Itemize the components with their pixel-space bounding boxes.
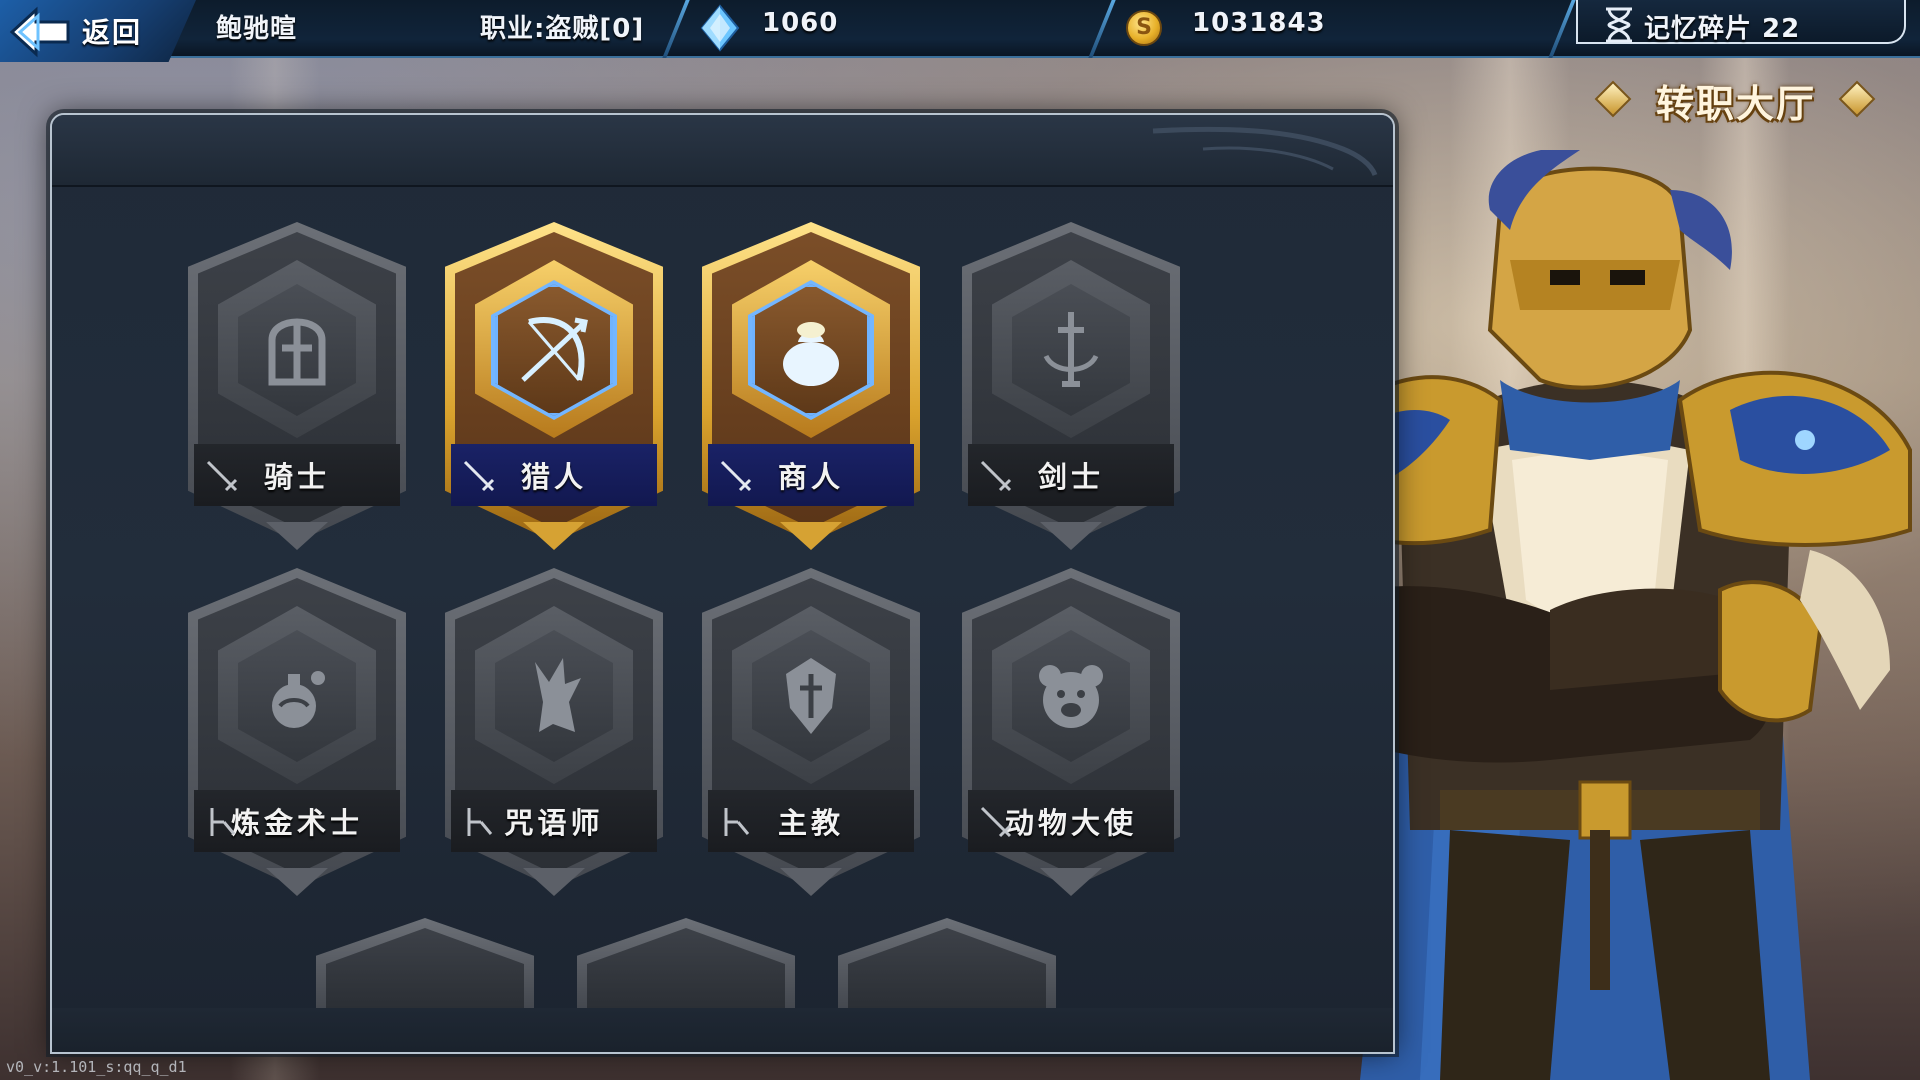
job-name-bar: 炼金术士 [194, 790, 400, 852]
job-name: 骑士 [263, 460, 330, 494]
bear-face-icon [1039, 665, 1103, 728]
job-card-merchant[interactable]: 商人 [702, 222, 920, 552]
sword-icon [980, 460, 1012, 492]
sword-icon [463, 460, 495, 492]
job-name: 炼金术士 [230, 806, 363, 840]
hourglass-icon [1602, 6, 1636, 44]
version-label: v0_v:1.101_s:qq_q_d1 [6, 1058, 187, 1076]
sword-icon [720, 460, 752, 492]
job-name-bar: 剑士 [968, 444, 1174, 506]
job-name-bar: 骑士 [194, 444, 400, 506]
job-name: 剑士 [1037, 460, 1104, 494]
money-bag-icon [783, 322, 839, 386]
sword-icon [980, 806, 1012, 838]
knight-helmet-icon [268, 318, 326, 386]
card-bottom-chevron [266, 868, 328, 896]
back-arrow-icon [0, 2, 70, 60]
sword-emblem-icon [1043, 312, 1099, 387]
sword-icon [206, 460, 238, 492]
job-name: 猎人 [520, 460, 587, 494]
panel-footer [50, 1008, 1395, 1054]
staff-icon [467, 808, 493, 836]
job-card-animal-envoy[interactable]: 动物大使 [962, 568, 1180, 898]
back-button[interactable]: 返回 [0, 0, 196, 62]
job-card-swordsman[interactable]: 剑士 [962, 222, 1180, 552]
job-name: 商人 [777, 460, 844, 494]
card-bottom-chevron [523, 868, 585, 896]
memory-fragment-count: 记忆碎片 22 [1644, 14, 1801, 44]
diamond-count: 1060 [762, 8, 839, 38]
job-name: 咒语师 [504, 806, 604, 840]
card-bottom-chevron [523, 522, 585, 550]
job-card-hunter[interactable]: 猎人 [445, 222, 663, 552]
header-ornament-icon [1152, 126, 1378, 177]
card-bottom-chevron [1040, 522, 1102, 550]
job-card-knight[interactable]: 骑士 [188, 222, 406, 552]
card-bottom-chevron [1040, 868, 1102, 896]
card-bottom-chevron [266, 522, 328, 550]
job-card-spellcaster[interactable]: 咒语师 [445, 568, 663, 898]
potion-flask-icon [272, 671, 325, 728]
job-card-alchemist[interactable]: 炼金术士 [188, 568, 406, 898]
job-name-bar: 咒语师 [451, 790, 657, 852]
job-name-bar: 商人 [708, 444, 914, 506]
top-bar: 返回 鲍驰暄 职业:盗贼[0] 1060 1031843 记忆碎片 22 [0, 0, 1920, 62]
staff-icon [210, 808, 236, 836]
job-info: 职业:盗贼[0] [480, 14, 645, 44]
topbar-divider [662, 0, 690, 58]
hall-title-text: 转职大厅 [1655, 81, 1816, 126]
job-name-bar: 主教 [708, 790, 914, 852]
bow-arrow-icon [521, 317, 588, 382]
card-bottom-chevron [780, 868, 842, 896]
holy-shield-icon [786, 658, 836, 734]
job-name-bar: 动物大使 [968, 790, 1174, 852]
card-bottom-chevron [780, 522, 842, 550]
job-name: 动物大使 [1004, 806, 1137, 840]
diamond-icon [700, 4, 740, 52]
back-label: 返回 [82, 16, 143, 49]
topbar-divider [1548, 0, 1576, 58]
job-name-bar: 猎人 [451, 444, 657, 506]
staff-icon [724, 808, 750, 836]
job-name: 主教 [777, 806, 844, 840]
player-name: 鲍驰暄 [216, 14, 298, 44]
dragon-head-icon [535, 658, 581, 732]
hall-title: 转职大厅 [1596, 72, 1876, 128]
job-card-bishop[interactable]: 主教 [702, 568, 920, 898]
gold-count: 1031843 [1192, 8, 1326, 38]
topbar-divider [1088, 0, 1116, 58]
panel-header [52, 115, 1393, 187]
gold-coin-icon [1126, 10, 1162, 46]
